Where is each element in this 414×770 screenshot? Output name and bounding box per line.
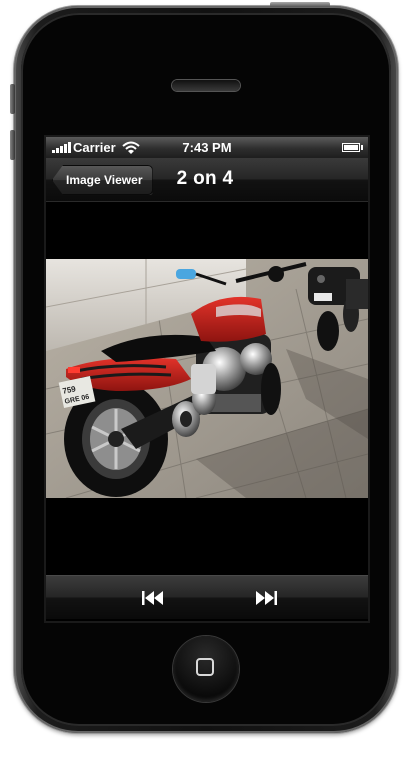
next-image-button[interactable] [252, 584, 280, 612]
device-screen: Carrier 7:43 PM Image Viewer 2 on 4 759 … [46, 137, 368, 621]
battery-tip [361, 145, 363, 150]
rewind-icon [142, 591, 163, 605]
back-button[interactable]: Image Viewer [52, 165, 153, 195]
volume-up-button[interactable] [10, 84, 15, 114]
photo-image: 759 GRE 06 [46, 259, 368, 498]
motorcycle-photo: 759 GRE 06 [46, 259, 368, 498]
earpiece-speaker [172, 80, 240, 91]
nav-title: 2 on 4 [176, 168, 234, 189]
sleep-button[interactable] [270, 2, 330, 7]
status-bar: Carrier 7:43 PM [46, 137, 368, 158]
status-time: 7:43 PM [182, 140, 232, 155]
home-button[interactable] [173, 636, 239, 702]
volume-down-button[interactable] [10, 130, 15, 160]
bottom-toolbar [46, 575, 368, 619]
fast-forward-icon [256, 591, 277, 605]
battery-icon [342, 143, 360, 152]
navigation-bar: Image Viewer 2 on 4 [46, 158, 368, 202]
simulator-stage: Carrier 7:43 PM Image Viewer 2 on 4 759 … [0, 0, 414, 770]
home-square-icon [196, 658, 214, 676]
previous-image-button[interactable] [139, 584, 167, 612]
